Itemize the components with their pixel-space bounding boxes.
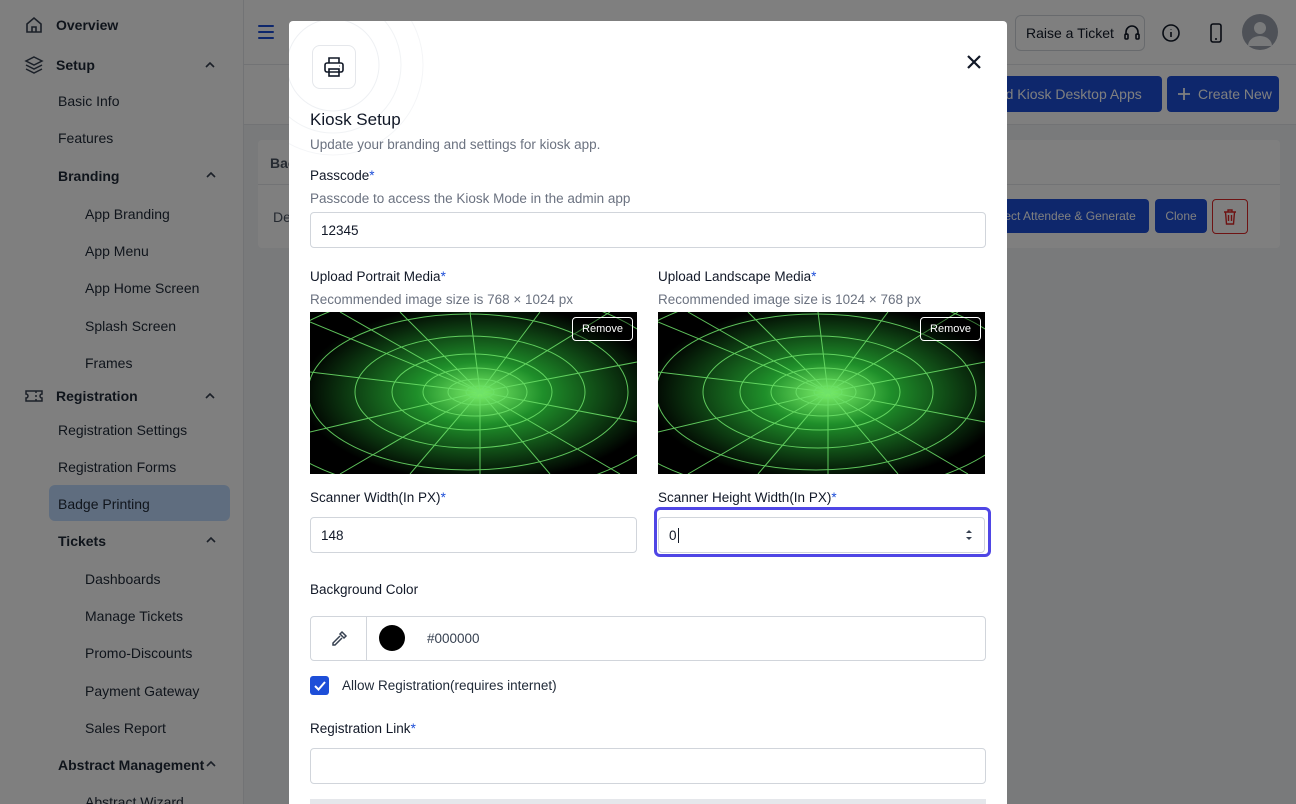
kiosk-setup-modal: Kiosk Setup Update your branding and set… [289,21,1007,804]
portrait-media-label: Upload Portrait Media* [310,269,446,284]
remove-landscape-button[interactable]: Remove [920,317,981,341]
text-caret [677,527,679,543]
color-hex-value[interactable]: #000000 [427,631,480,646]
background-color-label: Background Color [310,582,419,597]
scanner-width-label: Scanner Width(In PX)* [310,490,446,505]
scanner-height-input[interactable]: 0 [658,517,985,553]
passcode-label: Passcode* [310,168,375,183]
passcode-value: 12345 [321,222,359,238]
allow-registration-checkbox[interactable] [310,676,329,695]
modal-subtitle: Update your branding and settings for ki… [310,137,601,152]
remove-portrait-button[interactable]: Remove [572,317,633,341]
eyedropper-icon [331,630,347,646]
color-swatch[interactable] [379,625,405,651]
passcode-input[interactable]: 12345 [310,212,986,248]
background-color-field[interactable]: #000000 [310,616,986,661]
passcode-hint: Passcode to access the Kiosk Mode in the… [310,191,631,206]
landscape-media-label: Upload Landscape Media* [658,269,817,284]
close-button[interactable] [964,52,984,72]
registration-link-input[interactable] [310,748,986,784]
landscape-media-hint: Recommended image size is 1024 × 768 px [658,292,922,307]
printer-icon [324,57,344,77]
scanner-width-input[interactable]: 148 [310,517,637,553]
check-icon [313,680,326,691]
number-stepper-icon[interactable] [964,528,974,542]
next-field-partial [310,799,986,804]
printer-icon-box [312,45,356,89]
close-icon [967,55,981,69]
eyedropper-button[interactable] [311,617,367,660]
landscape-media-preview: Remove [658,312,985,474]
modal-title: Kiosk Setup [310,110,401,129]
scanner-width-value: 148 [321,527,344,543]
scanner-height-value: 0 [669,527,677,543]
scanner-height-label: Scanner Height Width(In PX)* [658,490,837,505]
registration-link-label: Registration Link* [310,721,416,736]
allow-registration-label[interactable]: Allow Registration(requires internet) [342,678,557,693]
portrait-media-preview: Remove [310,312,637,474]
portrait-media-hint: Recommended image size is 768 × 1024 px [310,292,574,307]
